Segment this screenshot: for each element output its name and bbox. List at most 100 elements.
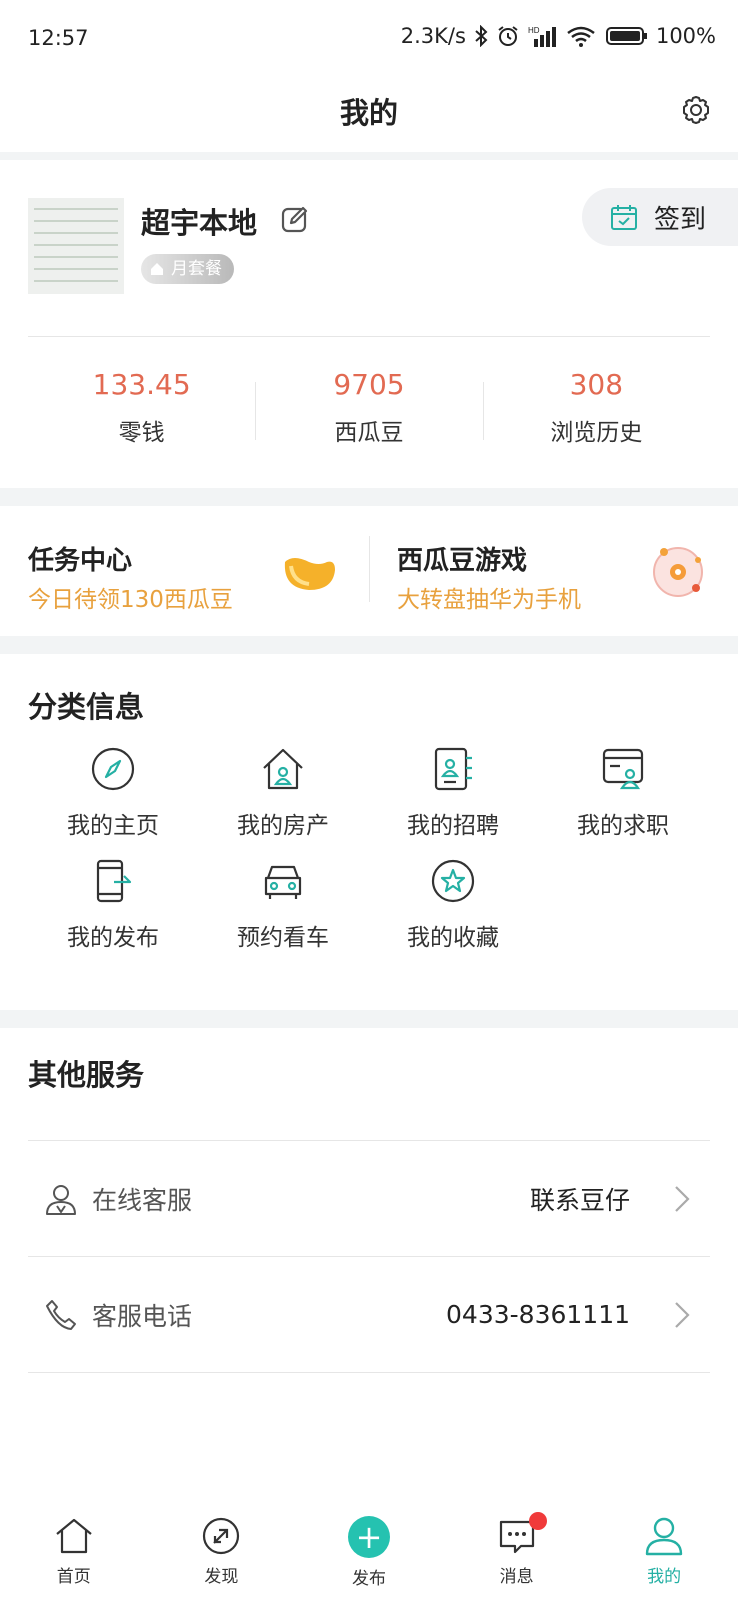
task-subtitle: 今日待领130西瓜豆: [28, 587, 233, 613]
phone-share-icon: [96, 859, 132, 903]
divider: [28, 1372, 710, 1373]
bluetooth-icon: [474, 25, 488, 47]
section-title: 其他服务: [28, 1058, 145, 1092]
svg-text:HD: HD: [528, 26, 540, 35]
battery-icon: [605, 26, 648, 46]
task-subtitle: 大转盘抽华为手机: [397, 587, 581, 613]
section-title: 分类信息: [28, 690, 145, 724]
tab-label: 发现: [204, 1567, 239, 1587]
tab-messages[interactable]: 消息: [443, 1504, 591, 1599]
page-header: 我的: [0, 76, 738, 152]
category-label: 我的求职: [577, 813, 669, 839]
task-title: 任务中心: [28, 546, 133, 576]
settings-button[interactable]: [676, 90, 716, 130]
house-icon: [151, 263, 163, 275]
my-job-seeking-item[interactable]: 我的求职: [538, 746, 708, 840]
stat-value: 9705: [333, 368, 405, 401]
tab-label: 发布: [351, 1569, 386, 1589]
compass-icon: [91, 747, 135, 791]
gear-icon: [683, 96, 709, 124]
category-card: 分类信息 我的主页 我的房产 我的招聘 我的求职 我的发布 预约看车 我的收藏: [0, 654, 738, 1010]
melon-seed-icon: [284, 558, 335, 590]
tab-publish[interactable]: + 发布: [295, 1504, 443, 1599]
task-title: 西瓜豆游戏: [397, 546, 528, 576]
home-icon: [56, 1518, 92, 1554]
tab-label: 我的: [647, 1567, 682, 1587]
status-time: 12:57: [28, 26, 89, 50]
edit-icon: [281, 206, 308, 233]
my-recruitment-item[interactable]: 我的招聘: [368, 746, 538, 840]
page-title: 我的: [339, 96, 398, 130]
my-posts-item[interactable]: 我的发布: [28, 858, 198, 952]
signal-icon: HD: [528, 25, 558, 47]
calendar-check-icon: [611, 205, 637, 230]
stats-row: 133.45 零钱 9705 西瓜豆 308 浏览历史: [28, 356, 710, 456]
chevron-right-icon: [675, 1301, 690, 1328]
tab-discover[interactable]: 发现: [148, 1504, 296, 1599]
category-label: 我的招聘: [407, 813, 499, 839]
plan-badge-label: 月套餐: [171, 259, 222, 279]
status-bar: 12:57 2.3K/s HD 100%: [0, 0, 738, 76]
service-phone-row[interactable]: 客服电话 0433-8361111: [28, 1256, 710, 1372]
stat-history[interactable]: 308 浏览历史: [482, 356, 710, 456]
agent-icon: [46, 1184, 76, 1215]
wifi-icon: [566, 25, 598, 47]
stat-beans[interactable]: 9705 西瓜豆: [255, 356, 482, 456]
tab-label: 首页: [56, 1567, 91, 1587]
alarm-icon: [496, 24, 520, 48]
network-speed: 2.3K/s: [400, 24, 466, 48]
tab-mine[interactable]: 我的: [590, 1504, 738, 1599]
checkin-label: 签到: [654, 204, 707, 235]
stat-balance[interactable]: 133.45 零钱: [28, 356, 255, 456]
divider: [28, 336, 710, 337]
plus-icon: +: [347, 1516, 390, 1558]
category-label: 预约看车: [237, 925, 329, 951]
profile-card: 超宇本地 月套餐 签到 133.45 零钱 9705 西瓜豆 308 浏览历史: [0, 160, 738, 488]
chevron-right-icon: [675, 1185, 690, 1212]
bean-game[interactable]: 西瓜豆游戏 大转盘抽华为手机: [369, 506, 738, 636]
checkin-button[interactable]: 签到: [582, 188, 738, 246]
category-label: 我的主页: [67, 813, 159, 839]
lucky-wheel-icon: [653, 547, 703, 597]
edit-profile-button[interactable]: [280, 204, 310, 234]
my-favorites-item[interactable]: 我的收藏: [368, 858, 538, 952]
stat-label: 浏览历史: [550, 420, 643, 446]
stat-value: 308: [569, 368, 624, 401]
services-card: 其他服务 在线客服 联系豆仔 客服电话 0433-8361111: [0, 1028, 738, 1448]
stat-label: 西瓜豆: [334, 420, 404, 446]
discover-icon: [203, 1517, 240, 1555]
unread-badge: [528, 1512, 547, 1530]
category-label: 我的收藏: [407, 925, 499, 951]
service-label: 客服电话: [92, 1301, 193, 1331]
my-property-item[interactable]: 我的房产: [198, 746, 368, 840]
online-support-row[interactable]: 在线客服 联系豆仔: [28, 1140, 710, 1256]
house-icon: [263, 748, 303, 790]
avatar[interactable]: [28, 198, 124, 294]
user-icon: [645, 1517, 683, 1556]
page-spacer: [0, 1448, 738, 1504]
tab-home[interactable]: 首页: [0, 1504, 148, 1599]
task-card: 任务中心 今日待领130西瓜豆 西瓜豆游戏 大转盘抽华为手机: [0, 506, 738, 636]
stat-label: 零钱: [118, 420, 165, 446]
category-label: 我的发布: [67, 925, 159, 951]
category-label: 我的房产: [237, 813, 329, 839]
book-car-viewing-item[interactable]: 预约看车: [198, 858, 368, 952]
battery-percent: 100%: [655, 24, 716, 48]
task-center[interactable]: 任务中心 今日待领130西瓜豆: [0, 506, 369, 636]
service-value: 联系豆仔: [529, 1185, 630, 1215]
stat-value: 133.45: [92, 368, 191, 401]
star-icon: [431, 859, 475, 903]
service-value: 0433-8361111: [446, 1300, 630, 1329]
phone-icon: [46, 1299, 76, 1330]
tab-label: 消息: [499, 1567, 534, 1587]
car-icon: [264, 865, 302, 899]
tab-bar: 首页 发现 + 发布 消息 我的: [0, 1504, 738, 1599]
username: 超宇本地: [141, 206, 258, 240]
plan-badge: 月套餐: [141, 254, 234, 284]
id-card-icon: [434, 747, 472, 791]
service-label: 在线客服: [92, 1185, 193, 1215]
category-grid: 我的主页 我的房产 我的招聘 我的求职 我的发布 预约看车 我的收藏: [28, 746, 710, 952]
resume-icon: [602, 748, 644, 790]
status-indicators: 2.3K/s HD 100%: [401, 24, 716, 48]
my-homepage-item[interactable]: 我的主页: [28, 746, 198, 840]
